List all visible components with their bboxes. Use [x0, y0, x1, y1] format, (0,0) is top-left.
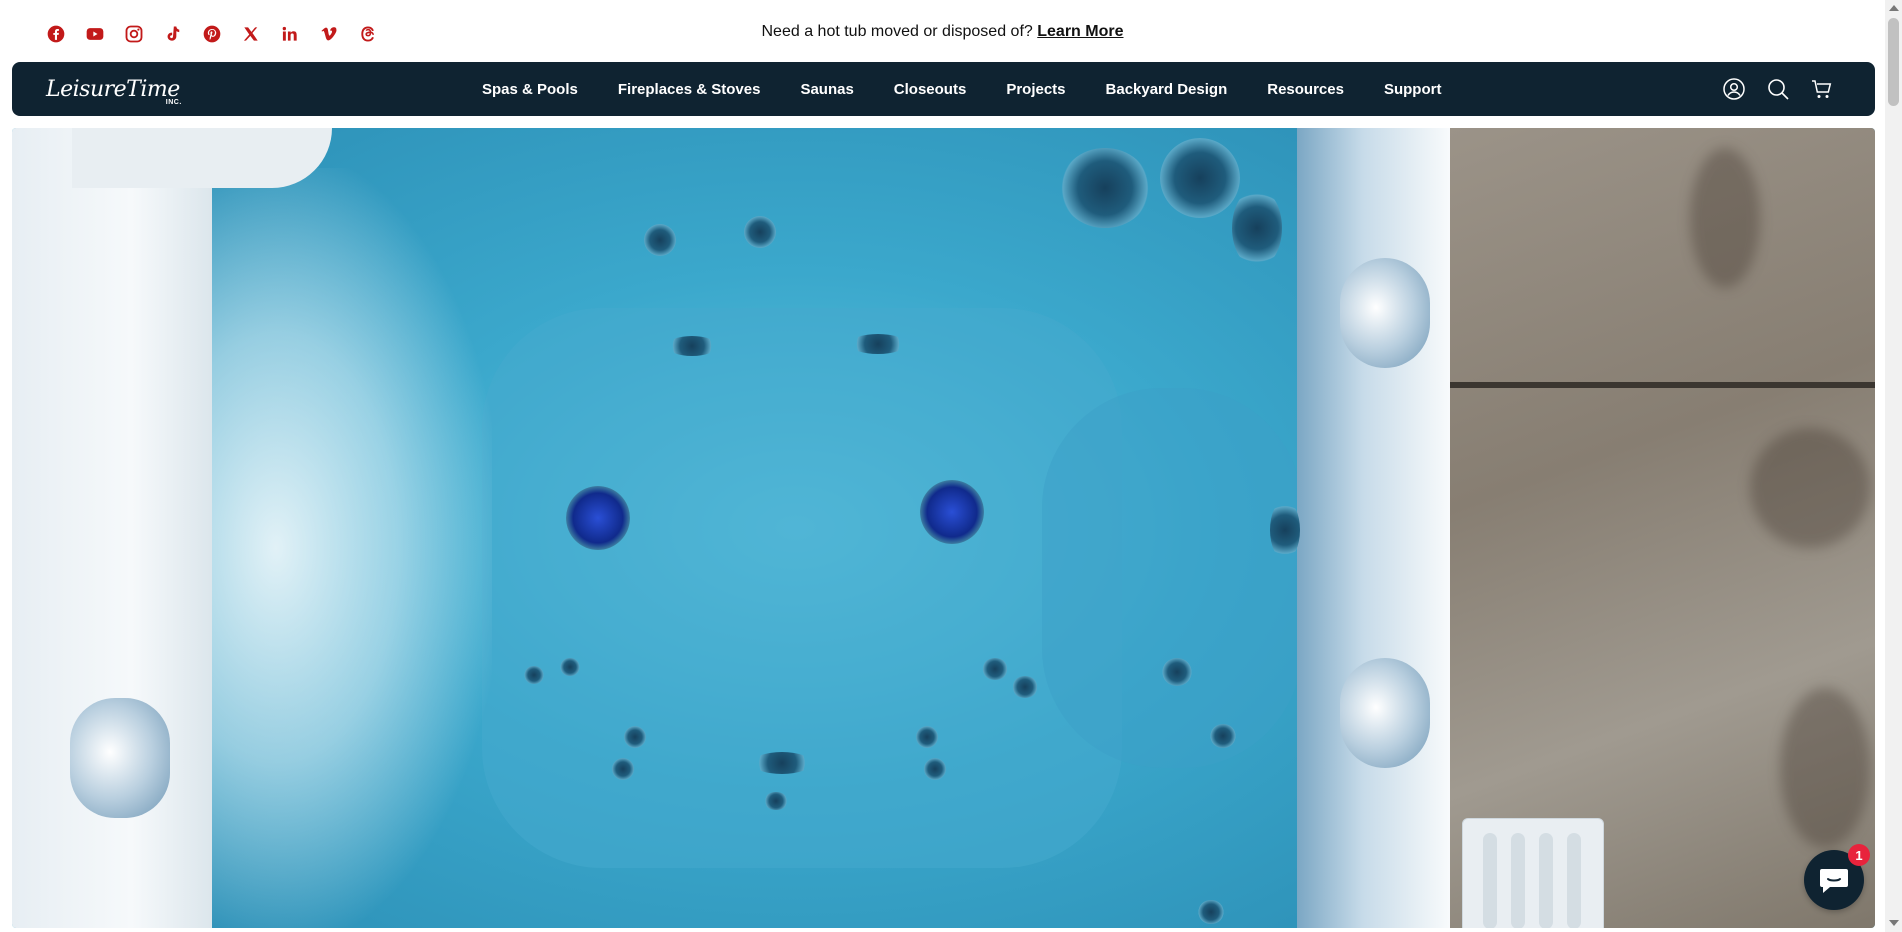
site-logo[interactable]: LeisureTime INC.	[42, 71, 181, 107]
announcement-bar: Need a hot tub moved or disposed of? Lea…	[0, 0, 1885, 62]
jet	[1160, 138, 1240, 218]
scroll-up-arrow[interactable]	[1889, 5, 1899, 11]
chat-icon	[1820, 869, 1848, 893]
jet	[1232, 188, 1282, 268]
deck-joint	[1450, 382, 1875, 388]
jet	[644, 224, 676, 256]
tub-rim-right	[1297, 128, 1462, 928]
jet	[1162, 658, 1192, 686]
nav-item-projects[interactable]: Projects	[1006, 81, 1065, 98]
jet	[916, 726, 938, 748]
logo-sub: INC.	[165, 98, 182, 106]
account-icon[interactable]	[1721, 76, 1747, 102]
logo-wordmark: LeisureTime INC.	[46, 76, 181, 106]
seat-shape	[482, 308, 1122, 868]
nav-item-backyard-design[interactable]: Backyard Design	[1106, 81, 1228, 98]
jet	[560, 658, 580, 676]
nav-item-support[interactable]: Support	[1384, 81, 1442, 98]
headrest	[1340, 258, 1430, 368]
lounger-shape	[1042, 388, 1302, 768]
jet	[850, 334, 906, 354]
jet	[1012, 676, 1038, 698]
hero-video[interactable]	[12, 128, 1875, 928]
learn-more-link[interactable]: Learn More	[1037, 23, 1123, 40]
chat-unread-badge: 1	[1848, 844, 1870, 866]
header-actions	[1721, 76, 1835, 102]
jet	[612, 758, 634, 780]
announcement: Need a hot tub moved or disposed of? Lea…	[0, 23, 1885, 41]
step-rib	[1567, 833, 1581, 928]
nav-item-closeouts[interactable]: Closeouts	[894, 81, 967, 98]
nav-item-saunas[interactable]: Saunas	[800, 81, 853, 98]
cart-icon[interactable]	[1809, 76, 1835, 102]
scroll-thumb[interactable]	[1888, 18, 1899, 106]
jet	[752, 752, 812, 774]
concrete-deck	[1450, 128, 1875, 928]
jet	[744, 216, 776, 248]
jet	[1210, 724, 1236, 748]
jet	[924, 758, 946, 780]
nav-item-spas-pools[interactable]: Spas & Pools	[482, 81, 578, 98]
underwater-light	[566, 486, 630, 550]
headrest	[70, 698, 170, 818]
jet	[667, 336, 717, 356]
tub-rim-corner	[72, 128, 332, 188]
jet	[1198, 900, 1224, 924]
step-rib	[1483, 833, 1497, 928]
jet	[524, 666, 544, 684]
deck-stain	[1780, 688, 1870, 848]
deck-stain	[1690, 148, 1760, 288]
nav-item-resources[interactable]: Resources	[1267, 81, 1344, 98]
jet	[1270, 500, 1300, 560]
jet	[1060, 148, 1150, 228]
announcement-text: Need a hot tub moved or disposed of?	[761, 23, 1033, 40]
primary-menu: Spas & Pools Fireplaces & Stoves Saunas …	[482, 62, 1481, 116]
main-navigation: LeisureTime INC. Spas & Pools Fireplaces…	[12, 62, 1875, 116]
deck-stain	[1750, 428, 1870, 548]
search-icon[interactable]	[1765, 76, 1791, 102]
page-scrollbar[interactable]	[1885, 0, 1902, 932]
headrest	[1340, 658, 1430, 768]
jet	[982, 658, 1008, 680]
nav-item-fireplaces-stoves[interactable]: Fireplaces & Stoves	[618, 81, 761, 98]
jet	[764, 792, 788, 810]
logo-text: LeisureTime	[46, 76, 180, 102]
scroll-down-arrow[interactable]	[1889, 920, 1899, 926]
jet	[624, 726, 646, 748]
step-rib	[1539, 833, 1553, 928]
underwater-light	[920, 480, 984, 544]
spa-steps	[1462, 818, 1604, 928]
step-rib	[1511, 833, 1525, 928]
